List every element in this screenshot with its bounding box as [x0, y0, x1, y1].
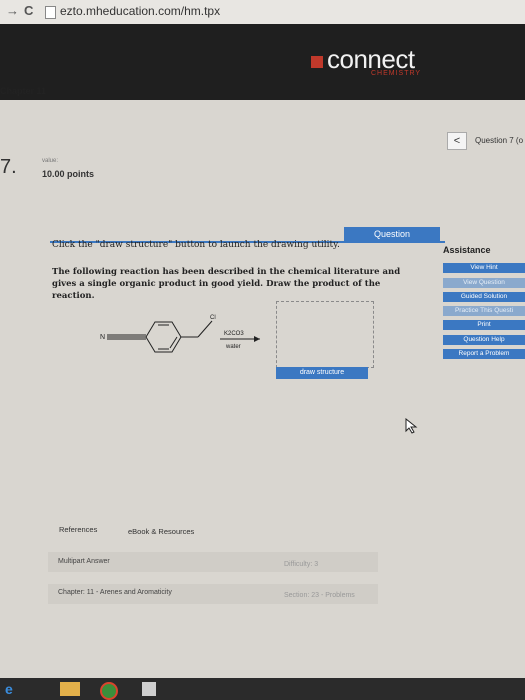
guided-solution-button[interactable]: Guided Solution: [443, 292, 525, 302]
nitrile-nitrogen-label: N: [100, 334, 105, 341]
page-icon: [45, 6, 56, 19]
arrow-head-icon: [254, 336, 260, 342]
taskbar: e: [0, 678, 525, 700]
media-player-icon[interactable]: [142, 682, 156, 696]
view-question-button[interactable]: View Question: [443, 278, 525, 288]
chapter-info: Chapter: 11 - Arenes and Aromaticity: [58, 589, 172, 596]
reagent-above: K2CO3: [224, 331, 244, 337]
browser-address-bar: → C ezto.mheducation.com/hm.tpx: [0, 0, 525, 25]
chloro-substituent-label: Cl: [210, 315, 216, 321]
answer-info-row: Multipart Answer Difficulty: 3: [48, 552, 378, 572]
question-number: 7.: [0, 156, 17, 178]
tab-question[interactable]: Question: [344, 227, 440, 241]
chapter-title: Chapter 11: [0, 86, 47, 96]
print-button[interactable]: Print: [443, 320, 525, 330]
practice-question-button[interactable]: Practice This Questi: [443, 306, 525, 316]
prev-question-button[interactable]: <: [447, 132, 467, 150]
site-header: [0, 24, 525, 100]
chrome-icon[interactable]: [100, 682, 118, 700]
section-info: Section: 23 - Problems: [284, 592, 355, 599]
url-field[interactable]: ezto.mheducation.com/hm.tpx: [60, 4, 220, 18]
reagent-below: water: [225, 344, 241, 350]
question-help-button[interactable]: Question Help: [443, 335, 525, 345]
difficulty-label: Difficulty: 3: [284, 561, 319, 568]
instruction-text: Click the "draw structure" button to lau…: [52, 240, 340, 250]
points-value: 10.00 points: [42, 169, 95, 179]
assistance-title: Assistance: [443, 245, 491, 255]
view-hint-button[interactable]: View Hint: [443, 263, 525, 273]
reaction-scheme: N Cl K2CO3 water: [100, 315, 260, 353]
references-link[interactable]: References: [59, 525, 97, 534]
mouse-cursor-icon: [405, 418, 418, 434]
reload-icon[interactable]: C: [24, 3, 33, 18]
value-label: value:: [42, 158, 59, 164]
draw-structure-button[interactable]: draw structure: [276, 367, 368, 379]
connect-logo-icon: [311, 56, 323, 68]
structure-drawing-area[interactable]: [276, 301, 374, 368]
answer-type: Multipart Answer: [58, 558, 110, 565]
folder-icon[interactable]: [60, 682, 80, 696]
question-nav-label[interactable]: Question 7 (o: [475, 136, 523, 145]
question-prompt: The following reaction has been describe…: [52, 267, 401, 301]
ie-browser-icon[interactable]: e: [5, 681, 13, 697]
chapter-info-row: Chapter: 11 - Arenes and Aromaticity Sec…: [48, 584, 378, 604]
forward-icon[interactable]: →: [6, 3, 19, 18]
benzonitrile-structure: [107, 320, 213, 353]
report-problem-button[interactable]: Report a Problem: [443, 349, 525, 359]
brand-subtitle: CHEMISTRY: [371, 70, 422, 77]
ebook-resources-link[interactable]: eBook & Resources: [128, 527, 194, 536]
